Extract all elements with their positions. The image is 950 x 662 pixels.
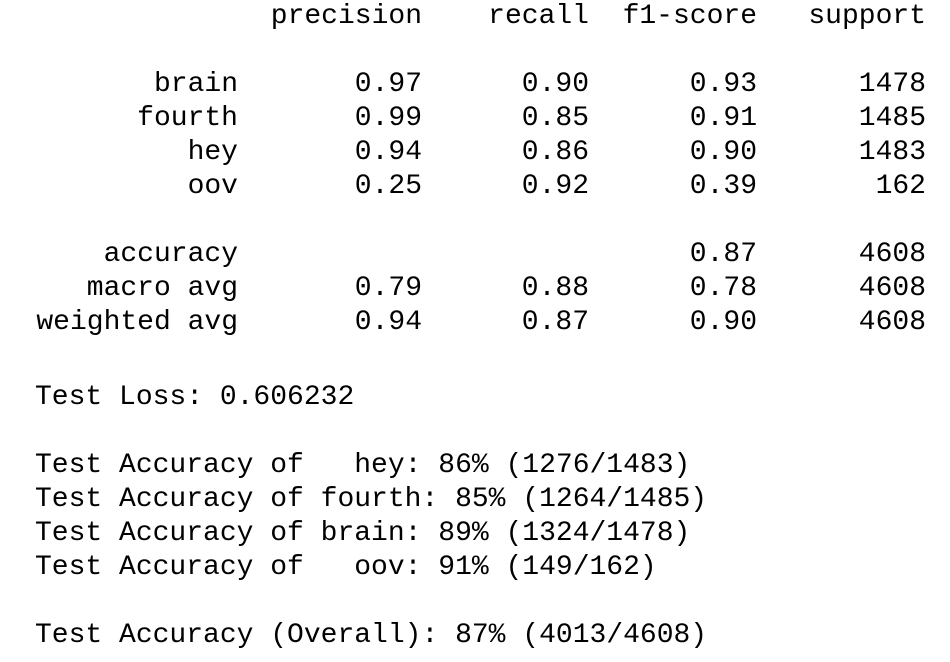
summary-f1: 0.78 <box>689 273 757 304</box>
summary-support: 4608 <box>858 239 926 270</box>
summary-support: 4608 <box>858 307 926 338</box>
summary-recall: 0.87 <box>521 307 589 338</box>
row-f1: 0.93 <box>689 69 757 100</box>
header-f1-score: f1-score <box>622 1 757 32</box>
row-f1: 0.90 <box>689 137 757 168</box>
classification-report: precision recall f1-score support brain … <box>0 0 926 340</box>
per-class-accuracy-line: Test Accuracy of fourth: 85% (1264/1485) <box>35 484 708 515</box>
summary-recall: 0.88 <box>521 273 589 304</box>
per-class-accuracy-line: Test Accuracy of hey: 86% (1276/1483) <box>35 450 691 481</box>
summary-precision: 0.79 <box>354 273 422 304</box>
row-precision: 0.25 <box>354 171 422 202</box>
row-f1: 0.39 <box>689 171 757 202</box>
row-precision: 0.97 <box>354 69 422 100</box>
row-label: fourth <box>137 103 238 134</box>
row-label: brain <box>153 69 238 100</box>
row-label: oov <box>187 171 238 202</box>
row-recall: 0.92 <box>521 171 589 202</box>
per-class-accuracy-line: Test Accuracy of brain: 89% (1324/1478) <box>35 518 691 549</box>
row-f1: 0.91 <box>689 103 757 134</box>
summary-label: accuracy <box>103 239 238 270</box>
row-recall: 0.90 <box>521 69 589 100</box>
header-recall: recall <box>488 1 589 32</box>
summary-label: macro avg <box>86 273 238 304</box>
row-recall: 0.86 <box>521 137 589 168</box>
row-support: 162 <box>875 171 926 202</box>
summary-precision: 0.94 <box>354 307 422 338</box>
row-support: 1478 <box>858 69 926 100</box>
summary-f1: 0.87 <box>689 239 757 270</box>
test-loss-line: Test Loss: 0.606232 <box>35 382 355 413</box>
row-support: 1485 <box>858 103 926 134</box>
row-precision: 0.99 <box>354 103 422 134</box>
overall-accuracy-line: Test Accuracy (Overall): 87% (4013/4608) <box>35 620 708 651</box>
header-precision: precision <box>270 1 422 32</box>
per-class-accuracy-line: Test Accuracy of oov: 91% (149/162) <box>35 552 657 583</box>
summary-f1: 0.90 <box>689 307 757 338</box>
row-recall: 0.85 <box>521 103 589 134</box>
row-precision: 0.94 <box>354 137 422 168</box>
row-support: 1483 <box>858 137 926 168</box>
row-label: hey <box>187 137 238 168</box>
summary-support: 4608 <box>858 273 926 304</box>
header-support: support <box>808 1 926 32</box>
summary-label: weighted avg <box>36 307 238 338</box>
